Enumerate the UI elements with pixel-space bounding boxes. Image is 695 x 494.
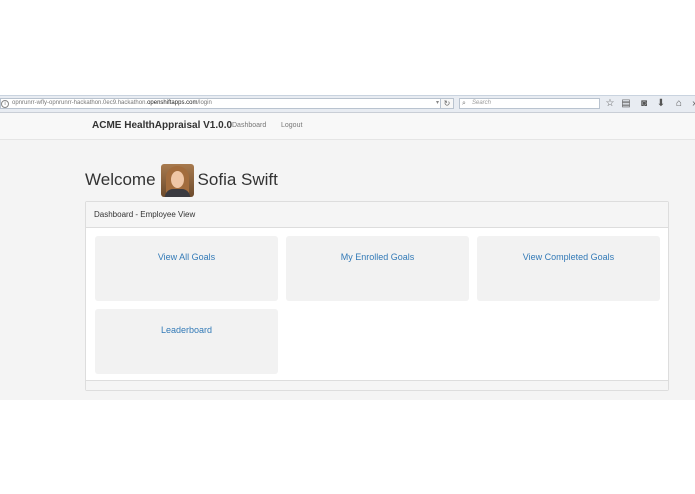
pocket-icon[interactable]: ◙ xyxy=(638,98,650,110)
user-name: Sofia Swift xyxy=(197,170,278,189)
avatar xyxy=(160,163,194,197)
reading-list-icon[interactable]: ▤ xyxy=(620,98,632,110)
url-suffix: /login xyxy=(197,100,212,106)
nav-link-logout[interactable]: Logout xyxy=(281,113,302,139)
tile-view-all-goals[interactable]: View All Goals xyxy=(95,236,278,301)
url-host: openshiftapps.com xyxy=(147,100,198,106)
navbar: ACME HealthAppraisal V1.0.0 Dashboard Lo… xyxy=(0,113,695,140)
brand-title[interactable]: ACME HealthAppraisal V1.0.0 xyxy=(92,113,232,139)
search-icon: ⌕ xyxy=(462,100,466,107)
browser-toolbar: i opnrunrr-wfly-opnrunrr-hackathon.0ec9.… xyxy=(0,95,695,113)
search-input[interactable]: ⌕ Search xyxy=(459,98,600,109)
info-icon[interactable]: i xyxy=(1,100,9,108)
panel-footer xyxy=(86,380,668,390)
reload-icon[interactable]: ↻ xyxy=(440,98,454,109)
nav-link-dashboard[interactable]: Dashboard xyxy=(232,113,266,139)
url-prefix: opnrunrr-wfly-opnrunrr-hackathon.0ec9.ha… xyxy=(12,100,148,106)
address-bar[interactable]: i opnrunrr-wfly-opnrunrr-hackathon.0ec9.… xyxy=(0,98,454,109)
download-icon[interactable]: ⬇ xyxy=(655,98,667,110)
overflow-icon[interactable]: » xyxy=(689,98,695,110)
tile-my-enrolled-goals[interactable]: My Enrolled Goals xyxy=(286,236,469,301)
welcome-text: Welcome xyxy=(85,170,156,189)
tile-leaderboard[interactable]: Leaderboard xyxy=(95,309,278,374)
dashboard-panel: Dashboard - Employee View View All Goals… xyxy=(85,201,669,391)
panel-heading: Dashboard - Employee View xyxy=(86,202,668,228)
home-icon[interactable]: ⌂ xyxy=(673,98,685,110)
welcome-heading: Welcome Sofia Swift xyxy=(85,163,278,197)
chevron-down-icon[interactable]: ▾ xyxy=(436,99,439,108)
app-page: ACME HealthAppraisal V1.0.0 Dashboard Lo… xyxy=(0,113,695,400)
tile-view-completed-goals[interactable]: View Completed Goals xyxy=(477,236,660,301)
bookmark-star-icon[interactable]: ☆ xyxy=(604,98,616,110)
search-placeholder: Search xyxy=(472,100,492,106)
